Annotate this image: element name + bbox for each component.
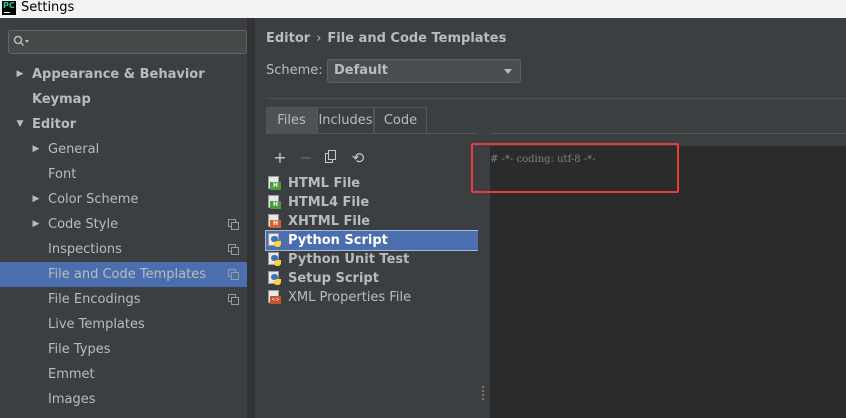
template-name: HTML File: [288, 176, 361, 191]
scheme-label: Scheme:: [266, 63, 323, 78]
project-level-icon: [228, 219, 239, 230]
add-icon[interactable]: +: [270, 148, 290, 168]
sidebar-item-live-templates[interactable]: Live Templates: [0, 312, 247, 337]
chevron-right-icon[interactable]: ▶: [14, 62, 26, 87]
chevron-down-icon: [504, 69, 512, 74]
search-input[interactable]: [8, 30, 247, 54]
sidebar-item-label: Code Style: [48, 217, 119, 232]
sidebar-item-label: General: [48, 142, 100, 157]
sidebar-item-label: Emmet: [48, 367, 95, 382]
python-file-icon: [268, 233, 283, 248]
sidebar-item-label: File Types: [48, 342, 111, 357]
template-item[interactable]: <> XML Properties File: [266, 288, 478, 307]
tab-includes[interactable]: Includes: [317, 107, 374, 133]
sidebar-item-file-and-code-templates[interactable]: File and Code Templates: [0, 262, 247, 287]
template-toolbar: + − ⟲: [266, 146, 478, 172]
template-item[interactable]: Python Script: [265, 230, 479, 251]
chevron-right-icon[interactable]: ▶: [30, 137, 42, 162]
search-icon[interactable]: [13, 35, 31, 49]
sidebar-item-label: File and Code Templates: [48, 267, 206, 282]
template-name: XHTML File: [288, 214, 371, 229]
scheme-value: Default: [334, 63, 388, 78]
sidebar-item-general[interactable]: ▶ General: [0, 137, 247, 162]
sidebar-item-font[interactable]: Font: [0, 162, 247, 187]
sidebar-item-label: Editor: [32, 117, 77, 132]
title-bar: PC Settings: [0, 0, 846, 18]
chevron-down-icon[interactable]: ▼: [14, 112, 26, 137]
settings-tree: ▶ Appearance & Behavior Keymap ▼ Editor ▶ Gene…: [0, 62, 247, 412]
tab-code[interactable]: Code: [374, 107, 427, 133]
project-level-icon: [228, 294, 239, 305]
breadcrumb-parent: Editor: [266, 31, 311, 46]
template-list-pane: + − ⟲ H HTML File H HTML4 File H XHTML File Py…: [265, 146, 479, 418]
project-level-icon: [228, 269, 239, 280]
chevron-right-icon[interactable]: ▶: [30, 212, 42, 237]
settings-sidebar: ▶ Appearance & Behavior Keymap ▼ Editor ▶ Gene…: [0, 18, 247, 418]
breadcrumb-separator: ›: [316, 31, 322, 46]
sidebar-item-label: Appearance & Behavior: [32, 67, 205, 82]
copy-icon[interactable]: [321, 148, 341, 168]
sidebar-item-file-types[interactable]: File Types: [0, 337, 247, 362]
divider: [266, 98, 846, 99]
sidebar-item-label: Live Templates: [48, 317, 145, 332]
template-item[interactable]: H XHTML File: [266, 212, 478, 231]
chevron-right-icon[interactable]: ▶: [30, 187, 42, 212]
window-title: Settings: [21, 0, 75, 15]
tab-underline: [266, 133, 846, 134]
python-file-icon: [268, 252, 283, 267]
breadcrumb-current: File and Code Templates: [327, 31, 507, 46]
pycharm-logo-icon: PC: [2, 1, 16, 15]
sidebar-item-images[interactable]: Images: [0, 387, 247, 412]
html-file-icon: H: [268, 195, 283, 210]
sidebar-item-label: Inspections: [48, 242, 122, 257]
template-name: XML Properties File: [288, 290, 412, 305]
sidebar-item-label: Font: [48, 167, 77, 182]
template-name: Setup Script: [288, 271, 379, 286]
template-item[interactable]: H HTML File: [266, 174, 478, 193]
sidebar-item-label: Images: [48, 392, 96, 407]
scheme-dropdown[interactable]: Default: [327, 59, 521, 83]
project-level-icon: [228, 244, 239, 255]
remove-icon[interactable]: −: [296, 148, 316, 168]
panel-splitter[interactable]: [247, 18, 255, 418]
reset-icon[interactable]: ⟲: [348, 148, 368, 168]
template-item[interactable]: Python Unit Test: [266, 250, 478, 269]
sidebar-item-color-scheme[interactable]: ▶ Color Scheme: [0, 187, 247, 212]
sidebar-item-file-encodings[interactable]: File Encodings: [0, 287, 247, 312]
sidebar-item-label: File Encodings: [48, 292, 141, 307]
sidebar-item-code-style[interactable]: ▶ Code Style: [0, 212, 247, 237]
breadcrumb: Editor › File and Code Templates: [266, 31, 506, 46]
sidebar-item-inspections[interactable]: Inspections: [0, 237, 247, 262]
sidebar-item-editor[interactable]: ▼ Editor: [0, 112, 247, 137]
sidebar-item-emmet[interactable]: Emmet: [0, 362, 247, 387]
template-item[interactable]: Setup Script: [266, 269, 478, 288]
template-name: Python Unit Test: [288, 252, 410, 267]
template-name: Python Script: [288, 233, 388, 248]
sidebar-item-keymap[interactable]: Keymap: [0, 87, 247, 112]
template-item[interactable]: H HTML4 File: [266, 193, 478, 212]
xhtml-file-icon: H: [268, 214, 283, 229]
highlight-annotation-box: [471, 143, 679, 193]
sidebar-item-appearance-behavior[interactable]: ▶ Appearance & Behavior: [0, 62, 247, 87]
sidebar-item-label: Keymap: [32, 92, 91, 107]
python-file-icon: [268, 271, 283, 286]
html-file-icon: H: [268, 176, 283, 191]
template-list: H HTML File H HTML4 File H XHTML File Python S…: [265, 174, 479, 307]
template-name: HTML4 File: [288, 195, 370, 210]
tab-files[interactable]: Files: [266, 107, 317, 133]
sidebar-item-label: Color Scheme: [48, 192, 139, 207]
xml-file-icon: <>: [268, 290, 283, 305]
